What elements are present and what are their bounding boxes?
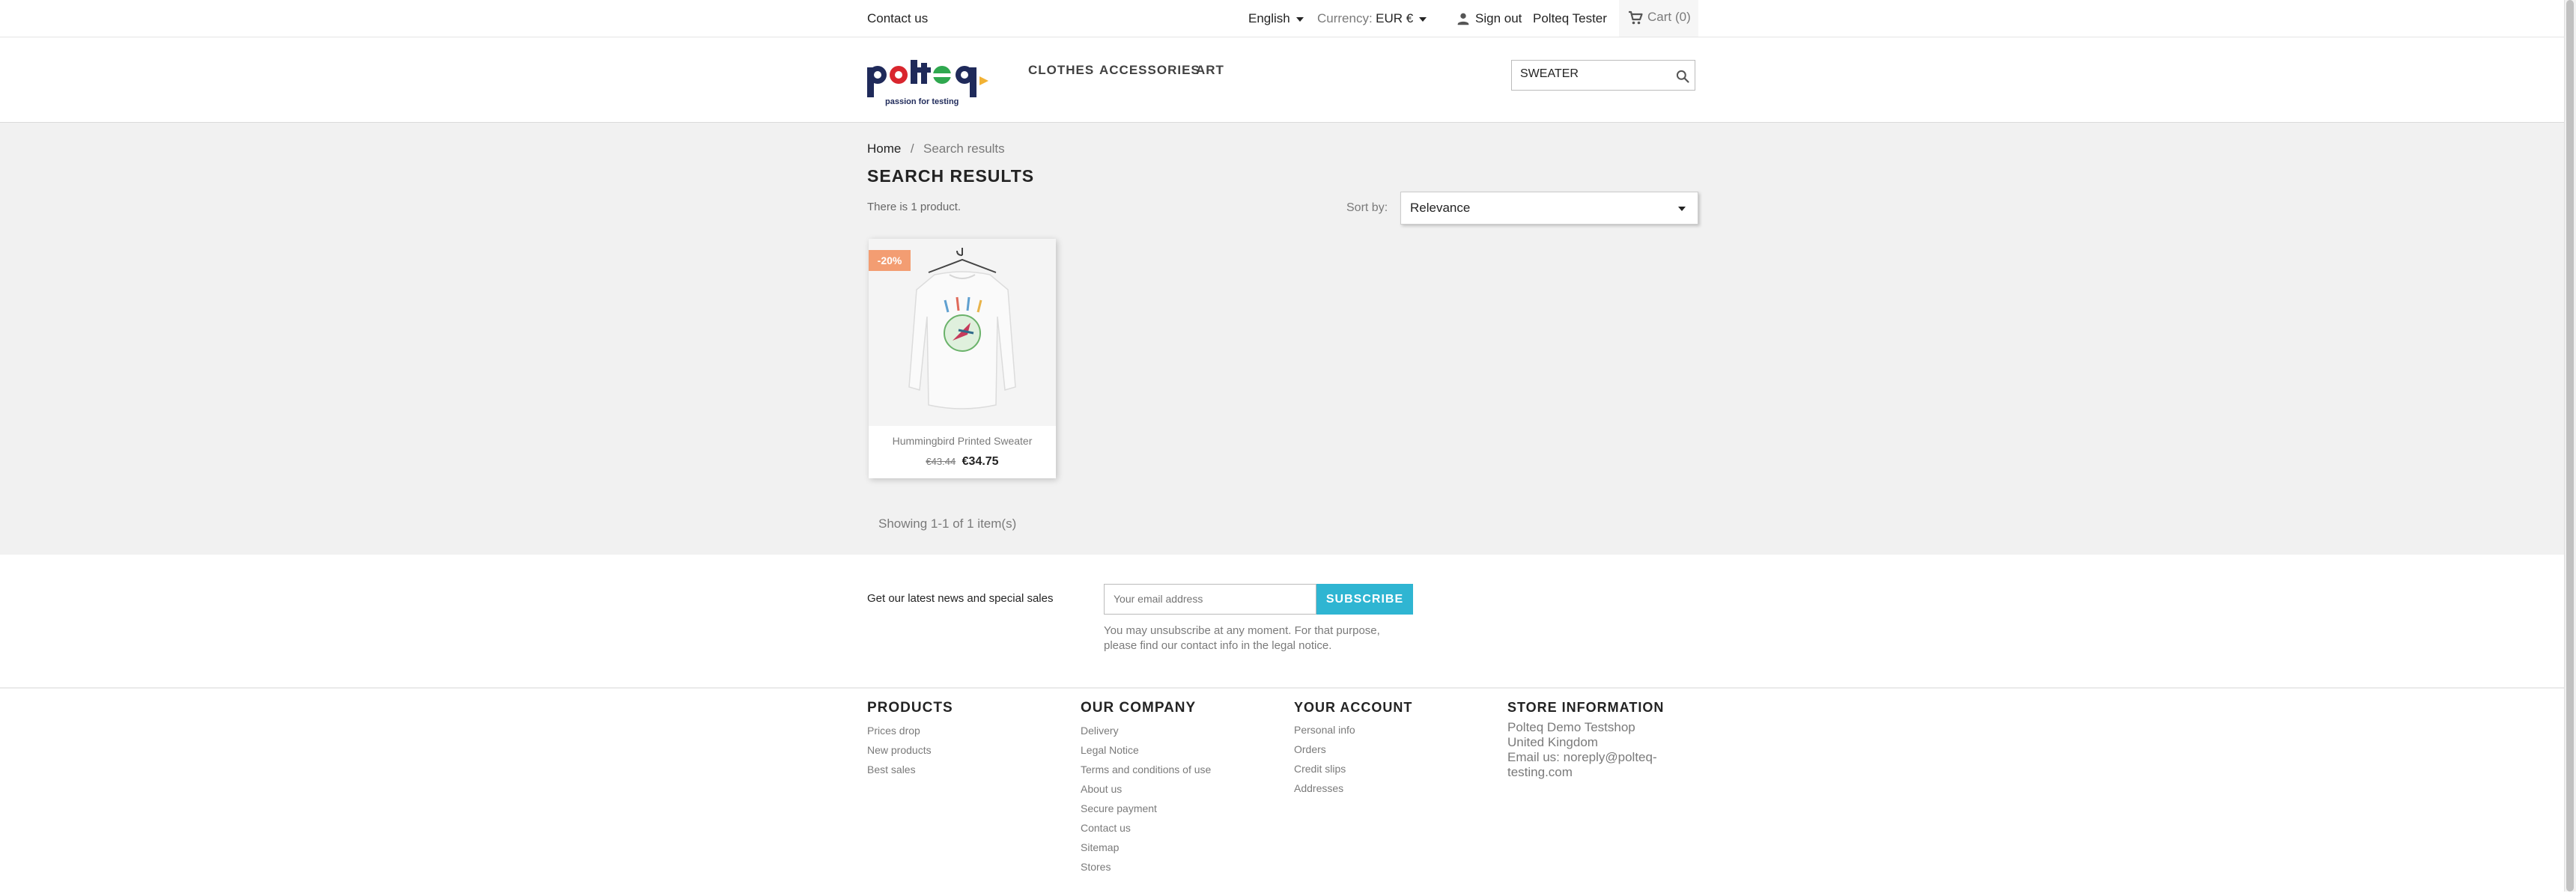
footer-account-title: YOUR ACCOUNT (1294, 700, 1413, 715)
content-area (0, 122, 2564, 555)
breadcrumb: Home / Search results (867, 141, 1005, 156)
newsletter-note-line1: You may unsubscribe at any moment. For t… (1104, 624, 1380, 637)
footer-link[interactable]: Stores (1081, 857, 1211, 877)
old-price: €43.44 (926, 456, 956, 467)
pagination-summary: Showing 1-1 of 1 item(s) (878, 516, 1017, 531)
header: passion for testing CLOTHES ACCESSORIES … (0, 37, 2564, 121)
footer-products: PRODUCTS Prices drop New products Best s… (867, 700, 953, 779)
footer-company: OUR COMPANY Delivery Legal Notice Terms … (1081, 700, 1211, 877)
discount-badge: -20% (869, 250, 911, 271)
footer-link[interactable]: Addresses (1294, 778, 1412, 798)
footer-link[interactable]: Secure payment (1081, 799, 1211, 818)
footer-link[interactable]: Legal Notice (1081, 740, 1211, 760)
currency-value: EUR € (1376, 11, 1414, 25)
nav-art[interactable]: ART (1196, 63, 1224, 78)
account-name-link[interactable]: Polteq Tester (1533, 11, 1607, 26)
footer-link[interactable]: Orders (1294, 740, 1412, 759)
search-icon[interactable] (1675, 69, 1690, 84)
caret-down-icon (1295, 16, 1304, 22)
scrollbar-thumb[interactable] (2566, 0, 2574, 892)
sign-out-link[interactable]: Sign out (1475, 11, 1522, 26)
currency-selector[interactable]: Currency: EUR € (1317, 11, 1427, 26)
sort-label: Sort by: (1346, 201, 1388, 214)
footer-link[interactable]: Delivery (1081, 721, 1211, 740)
sort-value: Relevance (1410, 201, 1471, 215)
breadcrumb-home[interactable]: Home (867, 141, 901, 156)
caret-down-icon (1419, 16, 1427, 22)
footer-link[interactable]: Credit slips (1294, 759, 1412, 778)
newsletter-email-box (1104, 584, 1316, 615)
product-card[interactable]: -20% Hummingbird Printed Sweater €43.44 … (869, 239, 1056, 478)
caret-down-icon (1678, 207, 1686, 211)
cart-icon (1629, 10, 1643, 25)
logo[interactable]: passion for testing (867, 58, 991, 111)
current-price: €34.75 (962, 455, 999, 468)
logo-tagline: passion for testing (885, 97, 959, 106)
newsletter-label: Get our latest news and special sales (867, 592, 1054, 605)
nav-accessories[interactable]: ACCESSORIES (1099, 63, 1200, 78)
sort-dropdown[interactable]: Relevance (1400, 192, 1698, 225)
footer-link[interactable]: Terms and conditions of use (1081, 760, 1211, 779)
store-line: United Kingdom (1507, 735, 1598, 749)
footer-link[interactable]: New products (867, 740, 953, 760)
footer-products-title: PRODUCTS (867, 700, 953, 716)
newsletter-note: You may unsubscribe at any moment. For t… (1104, 624, 1380, 653)
store-email-cont[interactable]: testing.com (1507, 765, 1664, 780)
top-bar: Contact us English Currency: EUR € Sign … (0, 0, 2564, 37)
footer-company-title: OUR COMPANY (1081, 700, 1197, 716)
newsletter-email-input[interactable] (1114, 593, 1301, 605)
footer-link[interactable]: Personal info (1294, 720, 1412, 740)
cart-count: (0) (1675, 10, 1691, 24)
cart-button[interactable]: Cart (0) (1619, 0, 1698, 37)
footer-link[interactable]: Prices drop (867, 721, 953, 740)
person-icon (1457, 13, 1469, 25)
breadcrumb-separator: / (910, 141, 914, 156)
footer-link[interactable]: Contact us (1081, 818, 1211, 838)
store-email[interactable]: Email us: noreply@polteq- (1507, 750, 1664, 765)
footer-store-title: STORE INFORMATION (1507, 700, 1665, 715)
newsletter-note-line2: please find our contact info in the lega… (1104, 639, 1332, 652)
breadcrumb-current: Search results (923, 141, 1005, 156)
footer-link[interactable]: About us (1081, 779, 1211, 799)
contact-us-link[interactable]: Contact us (867, 11, 928, 26)
footer-link[interactable]: Best sales (867, 760, 953, 779)
footer-account: YOUR ACCOUNT Personal info Orders Credit… (1294, 700, 1412, 798)
nav-clothes[interactable]: CLOTHES (1028, 63, 1094, 78)
subscribe-button[interactable]: SUBSCRIBE (1316, 584, 1413, 615)
search-input[interactable] (1520, 67, 1662, 81)
footer-link[interactable]: Sitemap (1081, 838, 1211, 857)
product-count: There is 1 product. (867, 201, 962, 213)
page-title: SEARCH RESULTS (867, 166, 1035, 186)
language-label: English (1248, 11, 1290, 25)
polteq-logo-icon (867, 60, 988, 97)
search-box (1511, 60, 1695, 91)
footer-store-info: STORE INFORMATION Polteq Demo Testshop U… (1507, 700, 1664, 780)
cart-label: Cart (1647, 10, 1672, 24)
product-prices: €43.44 €34.75 (869, 455, 1056, 469)
product-name[interactable]: Hummingbird Printed Sweater (869, 435, 1056, 447)
language-selector[interactable]: English (1248, 11, 1304, 26)
store-line: Polteq Demo Testshop (1507, 720, 1635, 734)
currency-label: Currency: (1317, 11, 1373, 25)
footer (0, 687, 2564, 893)
